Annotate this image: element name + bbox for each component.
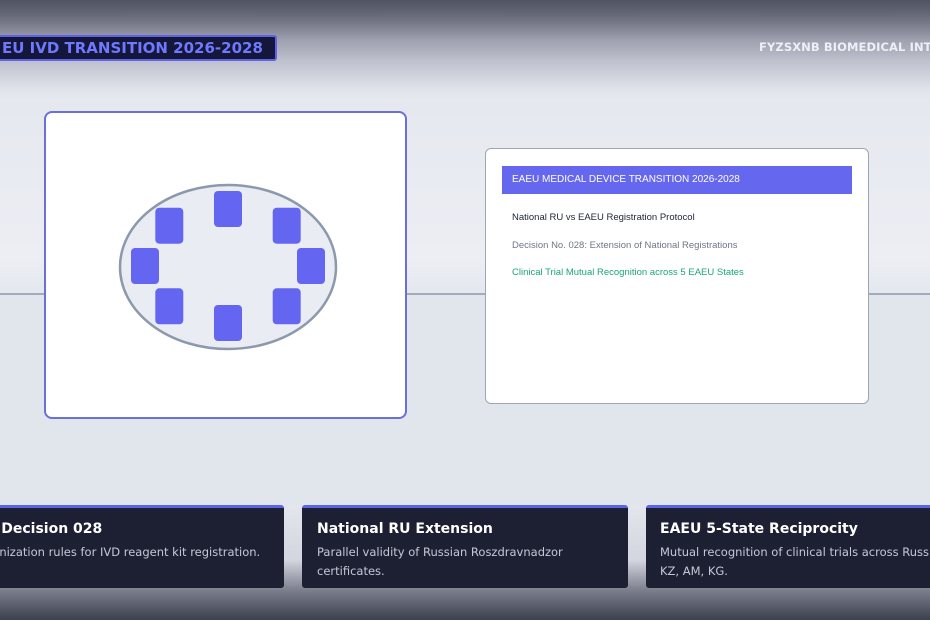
diagram-node bbox=[272, 207, 301, 244]
diagram-node bbox=[214, 305, 242, 341]
card-decision-028: U Decision 028 nonization rules for IVD … bbox=[0, 505, 284, 588]
card-title: EAEU 5-State Reciprocity bbox=[660, 521, 858, 537]
card-national-ru-extension: National RU Extension Parallel validity … bbox=[302, 505, 628, 588]
diagram-panel bbox=[44, 111, 407, 419]
brand-label: FYZSXNB BIOMEDICAL INTELL bbox=[759, 40, 930, 54]
card-title: U Decision 028 bbox=[0, 521, 103, 537]
info-panel: EAEU MEDICAL DEVICE TRANSITION 2026-2028… bbox=[485, 148, 869, 404]
info-panel-header: EAEU MEDICAL DEVICE TRANSITION 2026-2028 bbox=[502, 166, 852, 194]
diagram-node bbox=[272, 288, 301, 325]
diagram-node bbox=[131, 248, 159, 284]
info-item-clinical-trial: Clinical Trial Mutual Recognition across… bbox=[512, 267, 744, 278]
card-title: National RU Extension bbox=[317, 521, 493, 537]
card-description: Parallel validity of Russian Roszdravnad… bbox=[317, 545, 563, 578]
card-description: Mutual recognition of clinical trials ac… bbox=[660, 545, 930, 578]
page-title: EU IVD TRANSITION 2026-2028 bbox=[0, 35, 277, 61]
diagram-node bbox=[214, 191, 242, 227]
info-item-decision-028: Decision No. 028: Extension of National … bbox=[512, 240, 738, 251]
diagram-node bbox=[155, 207, 184, 244]
card-description: nonization rules for IVD reagent kit reg… bbox=[0, 545, 261, 559]
diagram-node bbox=[297, 248, 325, 284]
diagram-node bbox=[155, 288, 184, 325]
info-item-registration-protocol: National RU vs EAEU Registration Protoco… bbox=[512, 212, 695, 223]
network-diagram bbox=[118, 183, 338, 351]
card-eaeu-reciprocity: EAEU 5-State Reciprocity Mutual recognit… bbox=[646, 505, 930, 588]
